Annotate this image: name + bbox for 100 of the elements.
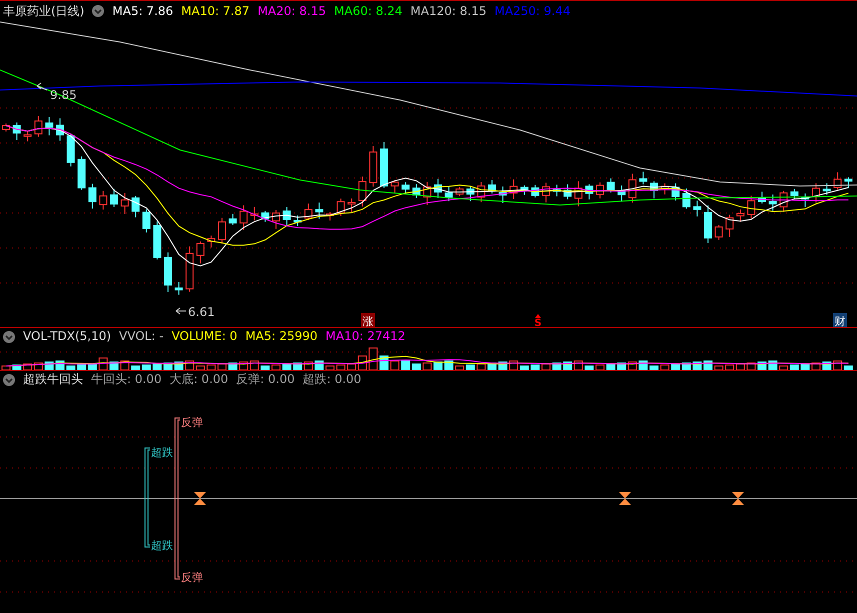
candlestick xyxy=(510,178,518,200)
candlestick xyxy=(228,213,237,226)
signal-label: 超跌 xyxy=(151,446,173,459)
dropdown-icon[interactable] xyxy=(3,374,15,386)
candlestick xyxy=(240,204,248,230)
candlestick xyxy=(682,188,690,210)
candlestick xyxy=(282,206,291,226)
candlestick xyxy=(12,122,21,140)
candlestick xyxy=(174,282,183,296)
candlestick xyxy=(714,224,723,240)
candlestick xyxy=(466,186,474,202)
volume-bar xyxy=(574,360,583,370)
legend-value: 大底: 0.00 xyxy=(170,371,228,388)
candlestick xyxy=(369,146,378,188)
candlestick xyxy=(358,176,366,207)
bowtie-signal-icon xyxy=(194,492,206,505)
price-pointer-icon xyxy=(36,82,48,90)
volume-bar xyxy=(444,360,454,370)
volume-bar xyxy=(218,364,226,370)
volume-bar xyxy=(768,360,778,370)
panel-title: 超跌牛回头 xyxy=(23,371,83,388)
legend-value: 超跌: 0.00 xyxy=(302,371,362,388)
dropdown-icon[interactable] xyxy=(92,4,104,16)
candlestick xyxy=(272,210,280,230)
candlestick xyxy=(207,235,216,248)
candlestick xyxy=(758,191,766,204)
dropdown-icon[interactable] xyxy=(3,330,15,342)
candlestick xyxy=(780,190,788,212)
candlestick xyxy=(294,214,302,226)
volume-bar xyxy=(206,364,216,370)
candlestick xyxy=(66,133,75,167)
candlestick xyxy=(78,156,86,190)
volume-bar xyxy=(250,360,259,370)
candlestick xyxy=(34,116,42,138)
legend-value: MA5: 25990 xyxy=(245,328,318,345)
volume-bar xyxy=(390,360,400,370)
event-marker[interactable]: 涨 xyxy=(361,313,375,328)
volume-bar xyxy=(606,364,616,370)
candlestick xyxy=(639,171,648,185)
candlestick xyxy=(606,178,615,193)
signal-label: 超跌 xyxy=(151,539,173,552)
signal-label: 反弹 xyxy=(181,571,203,584)
volume-bar xyxy=(542,364,550,370)
volume-bar xyxy=(434,362,442,370)
candlestick xyxy=(693,200,702,217)
event-marker[interactable]: 财 xyxy=(833,313,847,328)
legend-value: MA10: 7.87 xyxy=(181,2,250,20)
candlestick xyxy=(186,246,194,292)
candlestick xyxy=(250,206,258,221)
legend-value: MA250: 9.44 xyxy=(494,2,571,20)
candlestick xyxy=(218,217,226,244)
candlestick xyxy=(402,182,410,195)
candlestick xyxy=(531,184,540,198)
legend-value: VOLUME: 0 xyxy=(172,328,238,345)
price-pointer-icon xyxy=(176,308,186,314)
volume-bar xyxy=(401,360,410,370)
candlestick xyxy=(444,186,453,202)
bowtie-signal-icon xyxy=(619,492,631,505)
candlestick xyxy=(596,182,604,199)
candlestick xyxy=(736,208,744,222)
volume-bar xyxy=(714,366,724,370)
legend-value: MA120: 8.15 xyxy=(410,2,486,20)
candlestick xyxy=(574,180,582,207)
candlestick xyxy=(704,204,712,244)
candlestick xyxy=(456,186,464,197)
candlestick xyxy=(564,184,572,200)
volume-bar xyxy=(476,364,486,370)
candlestick xyxy=(844,176,852,189)
candlestick xyxy=(834,172,842,190)
candlestick xyxy=(45,116,54,136)
candlestick xyxy=(650,180,658,199)
candlestick xyxy=(99,190,108,210)
candlestick xyxy=(498,186,507,204)
candlestick xyxy=(768,194,777,212)
legend-value: 反弹: 0.00 xyxy=(236,371,295,388)
volume-bar xyxy=(12,364,22,370)
candlestick xyxy=(585,184,594,200)
volume-bar xyxy=(56,360,64,370)
volume-bar xyxy=(650,366,658,370)
candlestick xyxy=(326,212,334,221)
volume-bar xyxy=(368,348,378,370)
candlestick xyxy=(660,182,669,195)
volume-bar xyxy=(530,364,540,370)
volume-bar xyxy=(596,364,604,370)
candlestick xyxy=(790,188,798,199)
candlestick xyxy=(628,173,636,204)
candlestick xyxy=(423,181,432,206)
candlestick xyxy=(380,142,388,188)
legend-value: MA60: 8.24 xyxy=(334,2,402,20)
volume-bar xyxy=(260,366,270,370)
sell-marker: S xyxy=(534,318,542,328)
candlestick xyxy=(304,203,312,221)
legend-value: 牛回头: 0.00 xyxy=(91,371,162,388)
candlestick xyxy=(822,182,831,196)
bowtie-signal-icon xyxy=(732,492,744,505)
volume-bar xyxy=(660,364,670,370)
volume-bar xyxy=(66,366,76,370)
volume-bar xyxy=(704,360,712,370)
candlestick xyxy=(196,240,204,264)
low-price-label: 6.61 xyxy=(188,305,215,319)
